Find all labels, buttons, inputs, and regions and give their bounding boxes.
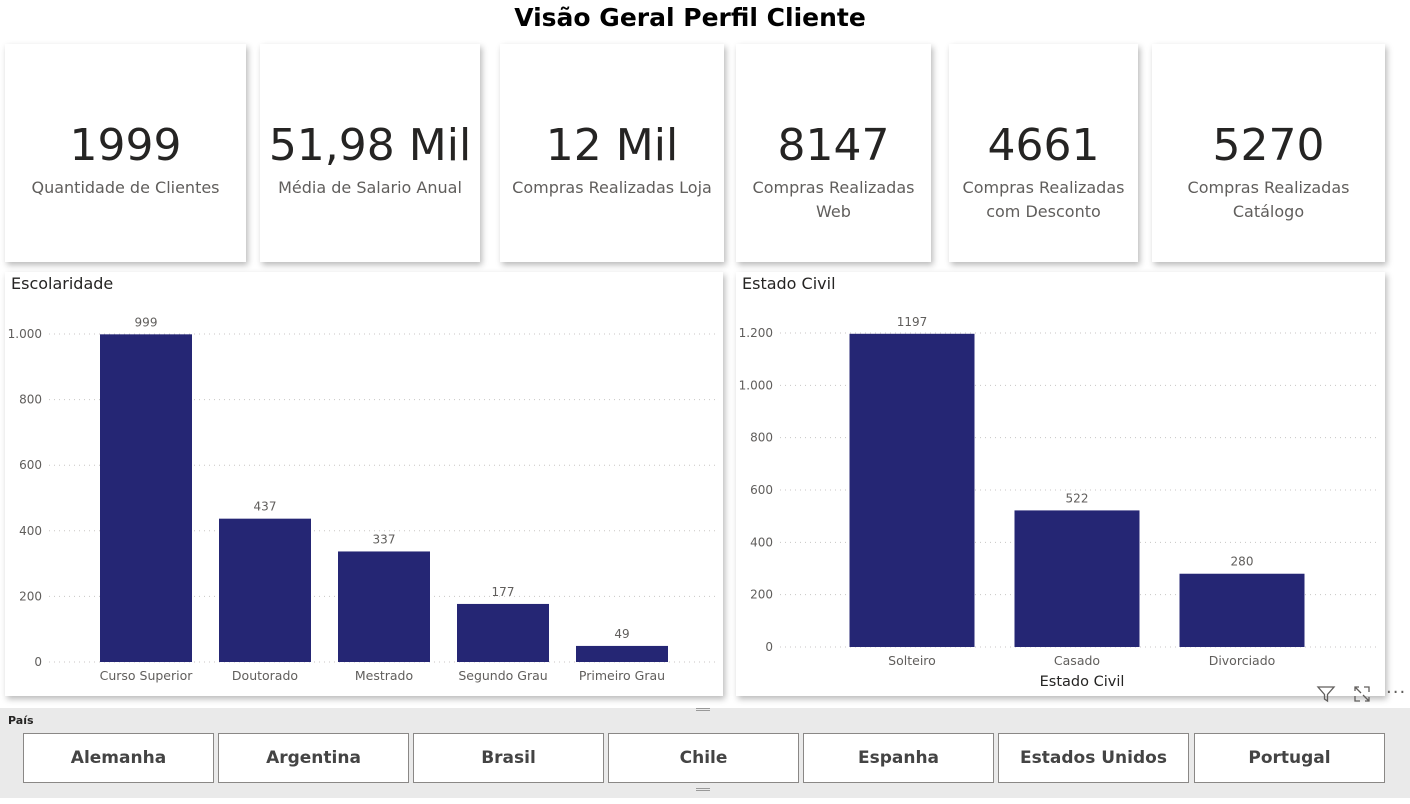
bar — [338, 551, 430, 662]
y-tick-label: 800 — [19, 393, 42, 407]
kpi-value: 51,98 Mil — [268, 120, 472, 171]
x-tick-label: Segundo Grau — [458, 668, 547, 683]
bar — [457, 603, 549, 662]
data-label: 49 — [614, 627, 629, 641]
country-slicer: País Alemanha Argentina Brasil Chile Esp… — [0, 708, 1410, 798]
y-tick-label: 800 — [750, 431, 773, 445]
resize-grip-icon[interactable] — [696, 708, 710, 711]
kpi-label: Compras Realizadas Catálogo — [1187, 178, 1350, 221]
kpi-card-web[interactable]: 8147 Compras Realizadas Web — [736, 44, 931, 262]
bar — [1014, 510, 1140, 647]
kpi-label: Média de Salario Anual — [278, 178, 462, 197]
kpi-value: 5270 — [1212, 120, 1325, 171]
data-label: 437 — [254, 500, 277, 514]
kpi-card-salario[interactable]: 51,98 Mil Média de Salario Anual — [260, 44, 480, 262]
y-tick-label: 200 — [750, 588, 773, 602]
kpi-label: Compras Realizadas Web — [752, 178, 915, 221]
y-tick-label: 600 — [750, 483, 773, 497]
chart-escolaridade[interactable]: Escolaridade 0 200 400 600 800 1.000 999 Curso … — [5, 272, 723, 696]
y-tick-label: 600 — [19, 458, 42, 472]
resize-grip-icon[interactable] — [696, 788, 710, 791]
x-tick-label: Solteiro — [888, 653, 936, 668]
data-label: 280 — [1231, 555, 1254, 569]
kpi-label: Compras Realizadas Loja — [512, 178, 712, 197]
bar-chart-escolaridade: 0 200 400 600 800 1.000 999 Curso Superior 437 Do… — [8, 315, 717, 683]
page-title: Visão Geral Perfil Cliente — [514, 3, 866, 32]
slicer-option-brasil[interactable]: Brasil — [413, 733, 604, 783]
kpi-value: 1999 — [69, 120, 182, 171]
x-tick-label: Curso Superior — [100, 668, 194, 683]
kpi-value: 12 Mil — [545, 120, 679, 171]
data-label: 337 — [373, 532, 396, 546]
y-tick-label: 200 — [19, 589, 42, 603]
y-tick-label: 400 — [750, 535, 773, 549]
bar — [219, 518, 311, 662]
y-tick-label: 400 — [19, 524, 42, 538]
slicer-title: País — [8, 714, 34, 727]
bar — [576, 645, 668, 662]
kpi-card-clientes[interactable]: 1999 Quantidade de Clientes — [5, 44, 246, 262]
y-tick-label: 1.000 — [8, 327, 42, 341]
kpi-card-loja[interactable]: 12 Mil Compras Realizadas Loja — [500, 44, 724, 262]
data-label: 1197 — [897, 315, 928, 329]
y-tick-label: 0 — [34, 655, 42, 669]
x-tick-label: Doutorado — [232, 668, 298, 683]
slicer-option-portugal[interactable]: Portugal — [1194, 733, 1385, 783]
kpi-value: 4661 — [987, 120, 1100, 171]
kpi-label: Compras Realizadas com Desconto — [962, 178, 1125, 221]
x-axis-title: Estado Civil — [1040, 674, 1125, 690]
filter-icon[interactable] — [1316, 684, 1336, 709]
focus-mode-icon[interactable] — [1352, 684, 1372, 709]
slicer-option-chile[interactable]: Chile — [608, 733, 799, 783]
kpi-card-catalogo[interactable]: 5270 Compras Realizadas Catálogo — [1152, 44, 1385, 262]
x-tick-label: Divorciado — [1209, 653, 1276, 668]
more-options-icon[interactable]: ··· — [1386, 682, 1406, 703]
data-label: 522 — [1066, 491, 1089, 505]
x-tick-label: Casado — [1054, 653, 1100, 668]
bar — [1179, 573, 1305, 647]
kpi-value: 8147 — [777, 120, 890, 171]
chart-estado-civil[interactable]: Estado Civil 0 200 400 600 800 1.000 1.200 1197… — [736, 272, 1385, 696]
slicer-option-espanha[interactable]: Espanha — [803, 733, 994, 783]
slicer-option-estados-unidos[interactable]: Estados Unidos — [998, 733, 1189, 783]
x-tick-label: Primeiro Grau — [579, 668, 665, 683]
slicer-option-argentina[interactable]: Argentina — [218, 733, 409, 783]
y-tick-label: 1.000 — [739, 378, 773, 392]
visual-header: ··· — [1314, 682, 1410, 709]
kpi-card-desconto[interactable]: 4661 Compras Realizadas com Desconto — [949, 44, 1138, 262]
x-tick-label: Mestrado — [355, 668, 413, 683]
bar — [849, 333, 975, 647]
data-label: 177 — [492, 585, 515, 599]
y-tick-label: 1.200 — [739, 326, 773, 340]
bar-chart-estado-civil: 0 200 400 600 800 1.000 1.200 1197 Solteiro 522 Ca… — [739, 315, 1376, 690]
slicer-option-alemanha[interactable]: Alemanha — [23, 733, 214, 783]
bar — [100, 334, 192, 662]
y-tick-label: 0 — [765, 640, 773, 654]
data-label: 999 — [135, 315, 158, 329]
kpi-label: Quantidade de Clientes — [31, 178, 220, 197]
